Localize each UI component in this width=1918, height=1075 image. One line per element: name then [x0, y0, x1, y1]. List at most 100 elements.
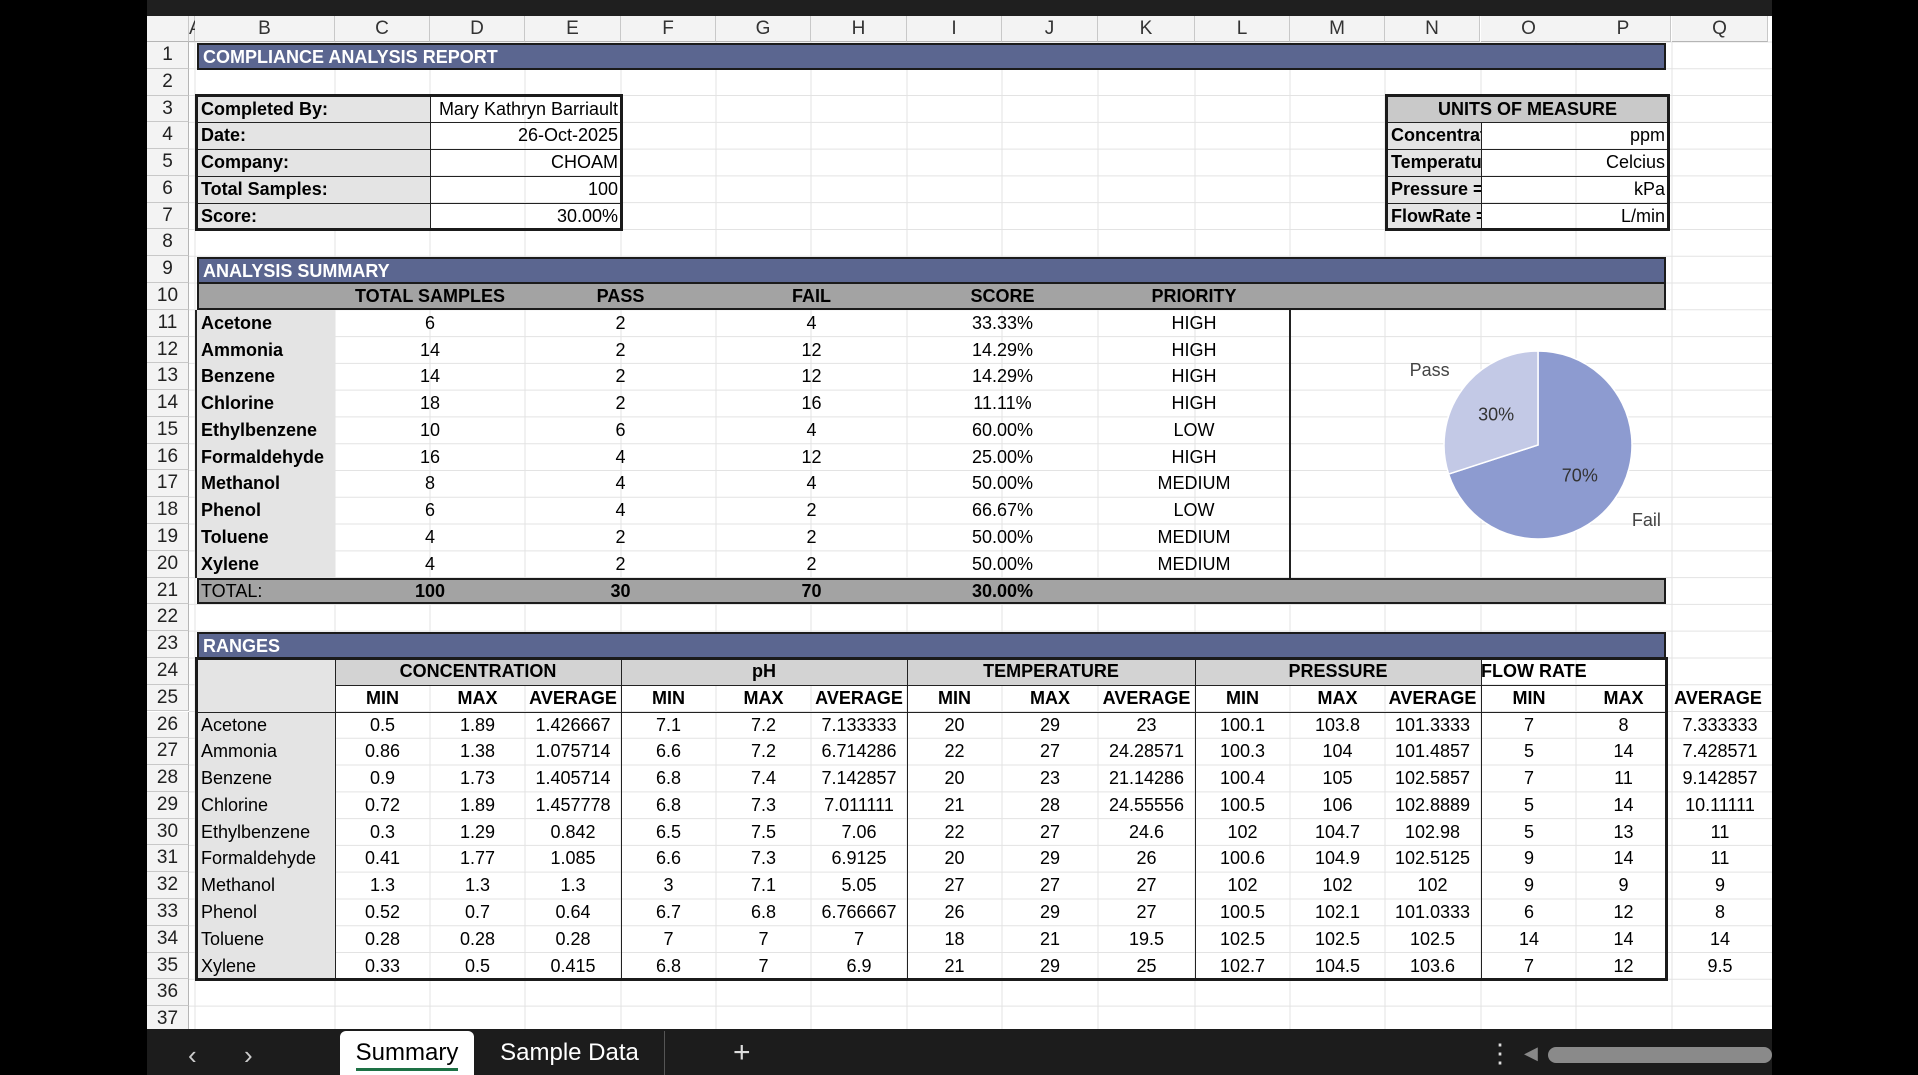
ranges-box [195, 656, 1668, 982]
row-header-3[interactable]: 3 [147, 95, 189, 123]
add-sheet-button[interactable]: + [733, 1036, 751, 1070]
range-value: 8 [1714, 901, 1725, 922]
row-header-6[interactable]: 6 [147, 175, 189, 203]
row-header-19[interactable]: 19 [147, 524, 189, 551]
column-header-m[interactable]: M [1290, 16, 1385, 42]
row-header-28[interactable]: 28 [147, 765, 189, 792]
column-header-d[interactable]: D [430, 16, 525, 42]
worksheet[interactable]: ABCDEFGHIJKLMNOPQ 1234567891011121314151… [147, 16, 1772, 1029]
column-header-p[interactable]: P [1576, 16, 1671, 42]
row-header-22[interactable]: 22 [147, 604, 189, 632]
row-header-15[interactable]: 15 [147, 416, 189, 444]
summary-cell-score: 11.11% [973, 393, 1032, 414]
info-box [195, 93, 623, 232]
row-header-14[interactable]: 14 [147, 390, 189, 417]
column-header-h[interactable]: H [811, 16, 907, 42]
summary-cell-priority: MEDIUM [1157, 473, 1231, 494]
summary-cell-fail: 12 [801, 366, 822, 387]
row-header-29[interactable]: 29 [147, 791, 189, 819]
summary-cell-fail: 12 [801, 446, 822, 467]
summary-cell-fail: 2 [806, 527, 817, 548]
row-header-4[interactable]: 4 [147, 122, 189, 150]
row-header-33[interactable]: 33 [147, 898, 189, 926]
summary-total-pass: 30 [610, 580, 631, 601]
column-header-e[interactable]: E [525, 16, 621, 42]
prev-sheet-icon[interactable]: ‹ [188, 1040, 197, 1071]
row-header-31[interactable]: 31 [147, 845, 189, 873]
tab-summary[interactable]: Summary [340, 1031, 474, 1075]
row-header-25[interactable]: 25 [147, 684, 189, 712]
summary-cell-score: 66.67% [971, 500, 1034, 521]
summary-right-border [1289, 309, 1291, 578]
column-header-c[interactable]: C [335, 16, 430, 42]
left-margin [0, 0, 147, 1075]
row-header-11[interactable]: 11 [147, 309, 189, 337]
column-header-n[interactable]: N [1385, 16, 1480, 42]
row-header-35[interactable]: 35 [147, 952, 189, 980]
summary-cell-priority: LOW [1173, 500, 1215, 521]
row-header-34[interactable]: 34 [147, 925, 189, 953]
row-header-12[interactable]: 12 [147, 336, 189, 364]
row-header-1[interactable]: 1 [147, 42, 189, 69]
summary-cell-total: 8 [424, 473, 435, 494]
row-header-20[interactable]: 20 [147, 550, 189, 578]
summary-cell-score: 50.00% [971, 527, 1034, 548]
column-header-g[interactable]: G [716, 16, 811, 42]
column-header-b[interactable]: B [195, 16, 335, 42]
summary-row-label: Acetone [201, 312, 273, 333]
scroll-left-icon[interactable]: ◀ [1524, 1043, 1538, 1064]
summary-row-label: Phenol [201, 500, 262, 521]
summary-cell-total: 4 [424, 553, 435, 574]
row-header-13[interactable]: 13 [147, 363, 189, 391]
column-header-q[interactable]: Q [1672, 16, 1768, 42]
summary-cell-fail: 4 [806, 473, 817, 494]
summary-header: SCORE [970, 286, 1035, 307]
range-value: 7.428571 [1682, 741, 1758, 762]
summary-row-label: Methanol [201, 473, 280, 494]
column-header-j[interactable]: J [1002, 16, 1098, 42]
range-value: 11 [1710, 848, 1730, 869]
summary-cell-priority: HIGH [1171, 446, 1217, 467]
summary-cell-score: 33.33% [971, 312, 1034, 333]
summary-cell-pass: 4 [615, 473, 626, 494]
column-header-k[interactable]: K [1098, 16, 1195, 42]
row-header-17[interactable]: 17 [147, 470, 189, 498]
summary-row-label: Ethylbenzene [201, 419, 318, 440]
summary-cell-pass: 2 [615, 312, 626, 333]
summary-cell-score: 25.00% [971, 446, 1034, 467]
horizontal-scrollbar[interactable] [1548, 1047, 1772, 1063]
row-header-16[interactable]: 16 [147, 443, 189, 471]
row-header-36[interactable]: 36 [147, 979, 189, 1007]
row-header-30[interactable]: 30 [147, 818, 189, 846]
row-header-24[interactable]: 24 [147, 657, 189, 685]
next-sheet-icon[interactable]: › [244, 1040, 253, 1071]
summary-total-score: 30.00% [971, 580, 1034, 601]
row-header-18[interactable]: 18 [147, 497, 189, 525]
row-header-2[interactable]: 2 [147, 68, 189, 96]
column-header-i[interactable]: I [907, 16, 1002, 42]
report-title: COMPLIANCE ANALYSIS REPORT [197, 43, 1666, 70]
summary-cell-total: 18 [419, 393, 441, 414]
row-header-10[interactable]: 10 [147, 283, 189, 310]
more-options-icon[interactable]: ⋮ [1487, 1038, 1513, 1069]
summary-cell-fail: 12 [801, 339, 822, 360]
summary-cell-score: 50.00% [971, 473, 1034, 494]
row-header-27[interactable]: 27 [147, 738, 189, 766]
row-header-9[interactable]: 9 [147, 256, 189, 283]
row-header-21[interactable]: 21 [147, 577, 189, 605]
tab-sample-data[interactable]: Sample Data [475, 1031, 665, 1075]
select-all-corner[interactable] [147, 16, 189, 42]
column-header-l[interactable]: L [1195, 16, 1290, 42]
summary-cell-fail: 4 [806, 419, 817, 440]
column-header-f[interactable]: F [621, 16, 716, 42]
row-header-26[interactable]: 26 [147, 711, 189, 739]
column-header-o[interactable]: O [1481, 16, 1577, 42]
row-header-37[interactable]: 37 [147, 1006, 189, 1029]
row-header-7[interactable]: 7 [147, 202, 189, 230]
summary-cell-score: 14.29% [971, 366, 1034, 387]
row-header-8[interactable]: 8 [147, 229, 189, 257]
row-header-32[interactable]: 32 [147, 872, 189, 899]
row-header-5[interactable]: 5 [147, 149, 189, 176]
row-header-23[interactable]: 23 [147, 631, 189, 658]
range-subheader: AVERAGE [1674, 687, 1762, 708]
